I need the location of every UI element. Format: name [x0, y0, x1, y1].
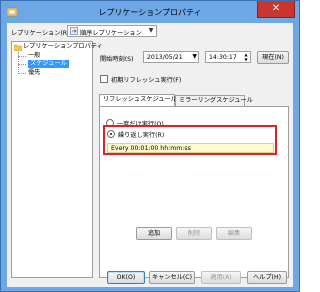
recurrence-list[interactable]: Every 00:01:00 hh:mm:ss — [107, 143, 274, 153]
tab-mirroring-schedule[interactable]: ミラーリングスケジュール — [175, 95, 253, 106]
close-button[interactable]: ✕ — [257, 1, 295, 18]
replication-select-value: 順序レプリケーション — [80, 30, 142, 37]
initial-refresh-label: 初期リフレッシュ実行(F) — [111, 77, 182, 84]
spin-updown-icon[interactable]: ▲ ▼ — [242, 52, 250, 62]
window-title: レプリケーションプロパティ — [98, 8, 202, 17]
recurrence-entry[interactable]: Every 00:01:00 hh:mm:ss — [111, 145, 191, 152]
replication-type-icon — [70, 27, 78, 37]
apply-button[interactable]: 適用(A) — [201, 271, 241, 284]
properties-tree: レプリケーションプロパティ 一般 スケジュール 優先 — [11, 41, 103, 278]
delete-button[interactable]: 削除 — [176, 227, 212, 240]
add-button[interactable]: 追加 — [136, 227, 172, 240]
chevron-down-icon: ▼ — [148, 27, 154, 34]
chevron-down-icon: ▼ — [192, 53, 197, 60]
help-button[interactable]: ヘルプ(H) — [247, 271, 287, 284]
ok-button[interactable]: OK(O) — [107, 271, 145, 284]
tab-refresh-schedule[interactable]: リフレッシュスケジュール — [99, 94, 177, 106]
title-bar[interactable]: レプリケーションプロパティ ✕ — [1, 1, 299, 23]
repeat-label: 繰り返し実行(R) — [118, 132, 165, 139]
close-icon: ✕ — [271, 3, 281, 14]
edit-button[interactable]: 編集 — [216, 227, 252, 240]
tree-item-priority[interactable]: 優先 — [28, 69, 40, 77]
tree-root[interactable]: レプリケーションプロパティ — [23, 43, 103, 51]
start-time-value: 14:30:17 — [209, 54, 237, 61]
tree-item-general[interactable]: 一般 — [28, 52, 40, 60]
dialog-window: レプリケーションプロパティ ✕ レプリケーション(R) 順序レプリケーション ▼ — [0, 0, 300, 292]
cancel-button[interactable]: キャンセル(C) — [149, 271, 195, 284]
start-time-field[interactable]: 14:30:17 ▲ ▼ — [205, 51, 251, 63]
start-date-picker[interactable]: 2013/05/21 ▼ — [143, 51, 199, 63]
repeat-radio[interactable] — [107, 130, 115, 138]
start-time-label: 開始時刻(S) — [100, 56, 134, 63]
replication-label: レプリケーション(R) — [11, 30, 70, 37]
dialog-body: レプリケーション(R) 順序レプリケーション ▼ レプリケーションプロパティ 一… — [7, 23, 293, 287]
tree-connector — [18, 64, 26, 65]
replication-select[interactable]: 順序レプリケーション ▼ — [67, 25, 157, 37]
tree-item-schedule[interactable]: スケジュール — [28, 60, 69, 68]
tree-connector — [18, 56, 26, 57]
start-date-value: 2013/05/21 — [147, 54, 183, 61]
tree-connector — [18, 73, 26, 74]
initial-refresh-checkbox[interactable] — [100, 75, 108, 83]
now-button[interactable]: 現在(N) — [257, 51, 289, 64]
